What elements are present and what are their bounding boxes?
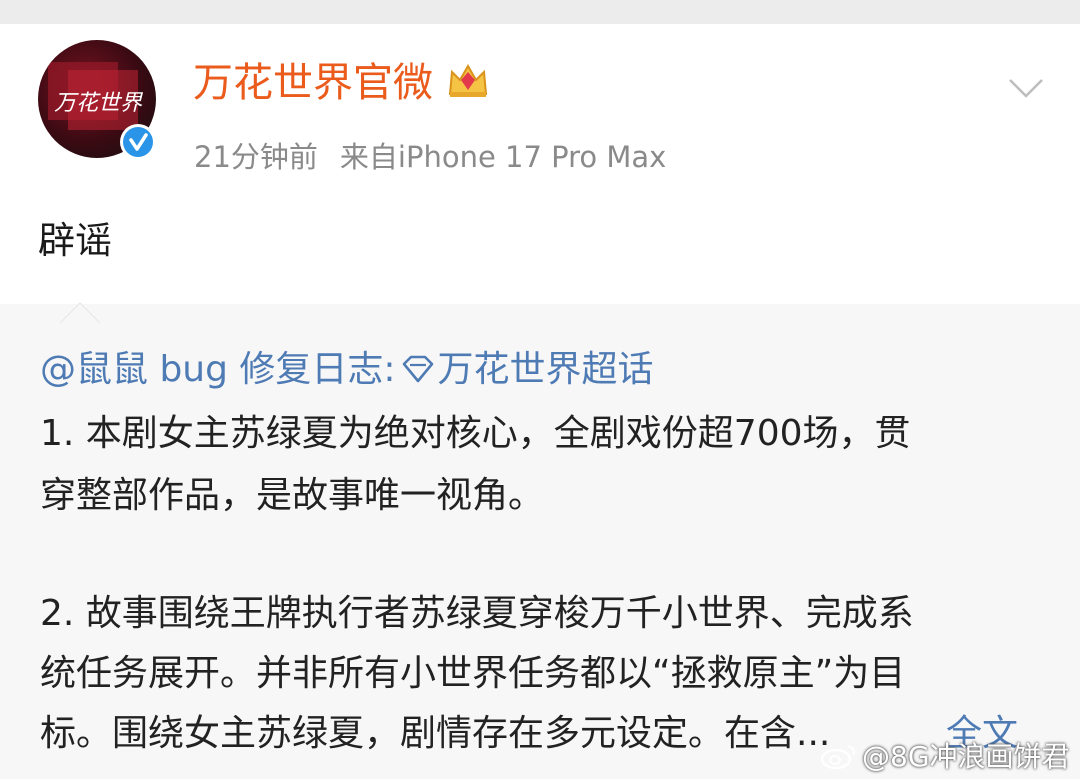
avatar-text: 万花世界	[54, 91, 144, 116]
crown-icon[interactable]	[446, 60, 490, 100]
verified-icon	[129, 133, 148, 151]
verified-badge	[120, 124, 156, 160]
top-divider-strip	[0, 0, 1080, 24]
quoted-line: 统任务展开。并非所有小世界任务都以“拯救原主”为目	[40, 653, 906, 694]
topic-link[interactable]: 万花世界超话	[438, 349, 654, 390]
quoted-author[interactable]: @鼠鼠 bug 修复日志:	[40, 349, 396, 390]
quoted-line: 2. 故事围绕王牌执行者苏绿夏穿梭万千小世界、完成系	[40, 593, 914, 634]
post-meta: 21分钟前 来自iPhone 17 Pro Max	[194, 134, 666, 176]
account-name[interactable]: 万花世界官微	[193, 50, 433, 108]
quoted-line: 1. 本剧女主苏绿夏为绝对核心，全剧戏份超700场，贯	[40, 413, 911, 454]
quoted-line: 标。围绕女主苏绿夏，剧情存在多元设定。在含...	[40, 713, 831, 754]
post-time: 21分钟前	[194, 140, 318, 174]
quoted-line: 穿整部作品，是故事唯一视角。	[40, 475, 545, 516]
post-text: 辟谣	[38, 219, 112, 262]
chevron-down-icon[interactable]	[1006, 76, 1046, 100]
watermark: @8G冲浪画饼君	[820, 735, 1070, 775]
quoted-author-line[interactable]: @鼠鼠 bug 修复日志: 万花世界超话	[40, 340, 654, 392]
weibo-logo-icon	[820, 744, 856, 770]
watermark-text: @8G冲浪画饼君	[862, 740, 1070, 773]
quote-pointer	[60, 302, 100, 323]
diamond-icon	[402, 355, 433, 383]
post-source: 来自iPhone 17 Pro Max	[339, 140, 667, 174]
